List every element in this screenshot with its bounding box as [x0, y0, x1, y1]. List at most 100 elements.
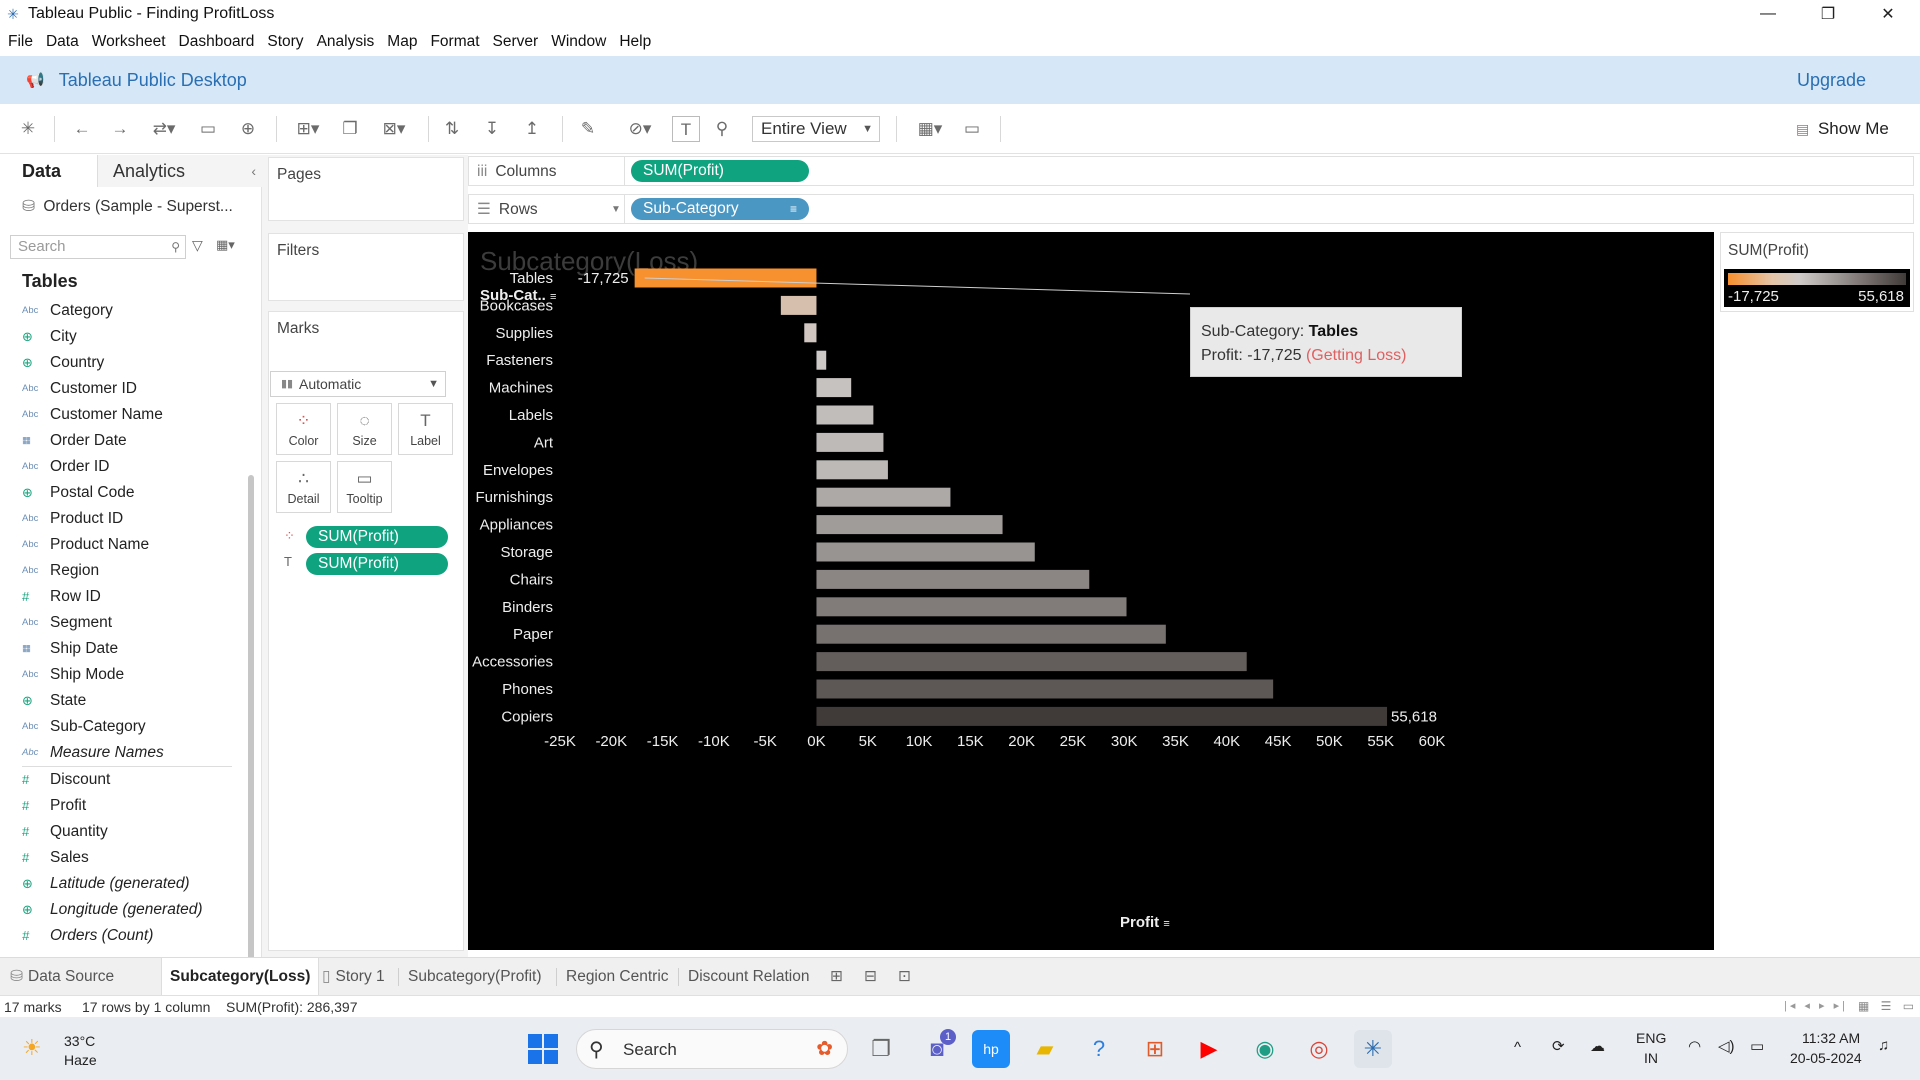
bar-envelopes[interactable]: [816, 460, 888, 480]
bar-machines[interactable]: [816, 378, 852, 398]
category-label[interactable]: Bookcases: [480, 297, 553, 314]
field-item[interactable]: Abc Product Name: [22, 532, 242, 558]
tab-data[interactable]: Data: [0, 155, 98, 187]
color-profit-pill[interactable]: SUM(Profit): [306, 526, 448, 548]
region-label[interactable]: IN: [1644, 1050, 1658, 1066]
menu-file[interactable]: File: [8, 33, 33, 51]
filter-icon[interactable]: ▽: [192, 237, 203, 254]
edge-icon[interactable]: ◉: [1246, 1030, 1284, 1068]
field-item[interactable]: ⊕ Longitude (generated): [22, 897, 242, 923]
category-label[interactable]: Envelopes: [483, 462, 553, 479]
menu-dashboard[interactable]: Dashboard: [179, 33, 255, 51]
category-label[interactable]: Copiers: [501, 708, 553, 725]
cards-icon[interactable]: ▦▾: [910, 116, 950, 142]
tab-subcategory-loss[interactable]: Subcategory(Loss): [161, 958, 320, 996]
fit-dropdown[interactable]: Entire View ▼: [752, 116, 880, 142]
size-button[interactable]: ◌ Size: [337, 403, 392, 455]
tab-data-source[interactable]: ⛁ Data Source: [10, 958, 114, 996]
upgrade-link[interactable]: Upgrade: [1797, 70, 1866, 91]
highlight-icon[interactable]: ✎: [576, 116, 600, 142]
field-item[interactable]: Abc Region: [22, 558, 242, 584]
bar-binders[interactable]: [816, 597, 1127, 617]
field-item[interactable]: Abc Product ID: [22, 506, 242, 532]
bar-supplies[interactable]: [804, 323, 817, 343]
menu-window[interactable]: Window: [551, 33, 606, 51]
fix-axes-icon[interactable]: ⚲: [710, 116, 734, 142]
undo-icon[interactable]: ←: [70, 116, 94, 142]
bar-furnishings[interactable]: [816, 487, 951, 507]
tab-discount-relation[interactable]: Discount Relation: [688, 958, 809, 996]
clock-time[interactable]: 11:32 AM: [1802, 1030, 1860, 1046]
show-me-button[interactable]: ▤ Show Me: [1796, 116, 1889, 142]
menu-format[interactable]: Format: [430, 33, 479, 51]
new-datasource-icon[interactable]: ⊕: [236, 116, 260, 142]
bar-copiers[interactable]: [816, 706, 1388, 726]
swap-icon[interactable]: ⇅: [440, 116, 464, 142]
file-explorer-icon[interactable]: ▰: [1026, 1030, 1064, 1068]
tray-overflow-icon[interactable]: ^: [1514, 1039, 1521, 1056]
new-dashboard-tab-icon[interactable]: ⊟: [864, 958, 877, 996]
columns-shelf[interactable]: iii Columns SUM(Profit): [468, 156, 1914, 186]
sheet-view-icon[interactable]: ▦ ☰ ▭: [1858, 999, 1918, 1013]
field-item[interactable]: # Discount: [22, 767, 242, 793]
notification-bell-icon[interactable]: ♫: [1878, 1037, 1889, 1054]
new-story-tab-icon[interactable]: ⊡: [898, 958, 911, 996]
field-item[interactable]: ⊕ Postal Code: [22, 480, 242, 506]
tooltip-button[interactable]: ▭ Tooltip: [337, 461, 392, 513]
task-view-icon[interactable]: ❐: [862, 1030, 900, 1068]
category-label[interactable]: Tables: [510, 270, 553, 287]
field-item[interactable]: Abc Measure Names: [22, 740, 242, 766]
sheet-navigation-icon[interactable]: |◂ ◂ ▸ ▸|: [1784, 999, 1848, 1012]
bar-paper[interactable]: [816, 624, 1166, 644]
menu-map[interactable]: Map: [387, 33, 417, 51]
tableau-taskbar-icon[interactable]: ✳: [1354, 1030, 1392, 1068]
pages-card[interactable]: Pages: [268, 157, 464, 221]
field-item[interactable]: # Sales: [22, 845, 242, 871]
filters-card[interactable]: Filters: [268, 233, 464, 301]
field-item[interactable]: Abc Customer ID: [22, 376, 242, 402]
save-icon[interactable]: ▭: [196, 116, 220, 142]
datasource-item[interactable]: ⛁ Orders (Sample - Superst...: [22, 197, 233, 216]
show-labels-icon[interactable]: T: [672, 116, 700, 142]
columns-profit-pill[interactable]: SUM(Profit): [631, 160, 809, 182]
rows-subcategory-pill[interactable]: Sub-Category ≡: [631, 198, 809, 220]
label-profit-pill[interactable]: SUM(Profit): [306, 553, 448, 575]
redo-icon[interactable]: →: [108, 116, 132, 142]
replay-icon[interactable]: ⇄▾: [146, 116, 182, 142]
myhp-icon[interactable]: hp: [972, 1030, 1010, 1068]
close-button[interactable]: ✕: [1860, 0, 1916, 28]
bar-accessories[interactable]: [816, 652, 1247, 672]
volume-icon[interactable]: ◁): [1718, 1037, 1735, 1055]
language-label[interactable]: ENG: [1636, 1030, 1666, 1046]
field-item[interactable]: ⊕ Latitude (generated): [22, 871, 242, 897]
category-label[interactable]: Furnishings: [475, 489, 553, 506]
field-search-input[interactable]: Search ⚲: [10, 235, 186, 259]
field-item[interactable]: Abc Sub-Category: [22, 714, 242, 740]
help-app-icon[interactable]: ?: [1080, 1030, 1118, 1068]
tab-region-centric[interactable]: Region Centric: [566, 958, 669, 996]
category-label[interactable]: Binders: [502, 599, 553, 616]
bar-appliances[interactable]: [816, 515, 1003, 535]
collapse-icon[interactable]: ‹: [251, 155, 256, 187]
field-item[interactable]: # Orders (Count): [22, 923, 242, 949]
detail-button[interactable]: ∴ Detail: [276, 461, 331, 513]
category-label[interactable]: Chairs: [510, 571, 553, 588]
category-label[interactable]: Storage: [500, 544, 553, 561]
bar-labels[interactable]: [816, 405, 874, 425]
tab-analytics[interactable]: Analytics ‹: [98, 155, 262, 187]
category-label[interactable]: Art: [534, 434, 554, 451]
menu-worksheet[interactable]: Worksheet: [92, 33, 166, 51]
field-item[interactable]: Abc Customer Name: [22, 402, 242, 428]
mark-type-dropdown[interactable]: ▮▮ Automatic ▼: [270, 371, 446, 397]
bar-chairs[interactable]: [816, 569, 1090, 589]
category-label[interactable]: Phones: [502, 681, 553, 698]
view-options-icon[interactable]: ▦▾: [216, 237, 235, 253]
field-item[interactable]: ⊕ State: [22, 688, 242, 714]
bar-fasteners[interactable]: [816, 350, 827, 370]
clear-sheet-icon[interactable]: ⊠▾: [374, 116, 414, 142]
new-worksheet-tab-icon[interactable]: ⊞: [830, 958, 843, 996]
battery-icon[interactable]: ▭: [1750, 1037, 1764, 1055]
field-item[interactable]: ⊕ City: [22, 324, 242, 350]
color-legend[interactable]: SUM(Profit) -17,725 55,618: [1720, 232, 1914, 312]
wifi-icon[interactable]: ◠: [1688, 1037, 1701, 1055]
